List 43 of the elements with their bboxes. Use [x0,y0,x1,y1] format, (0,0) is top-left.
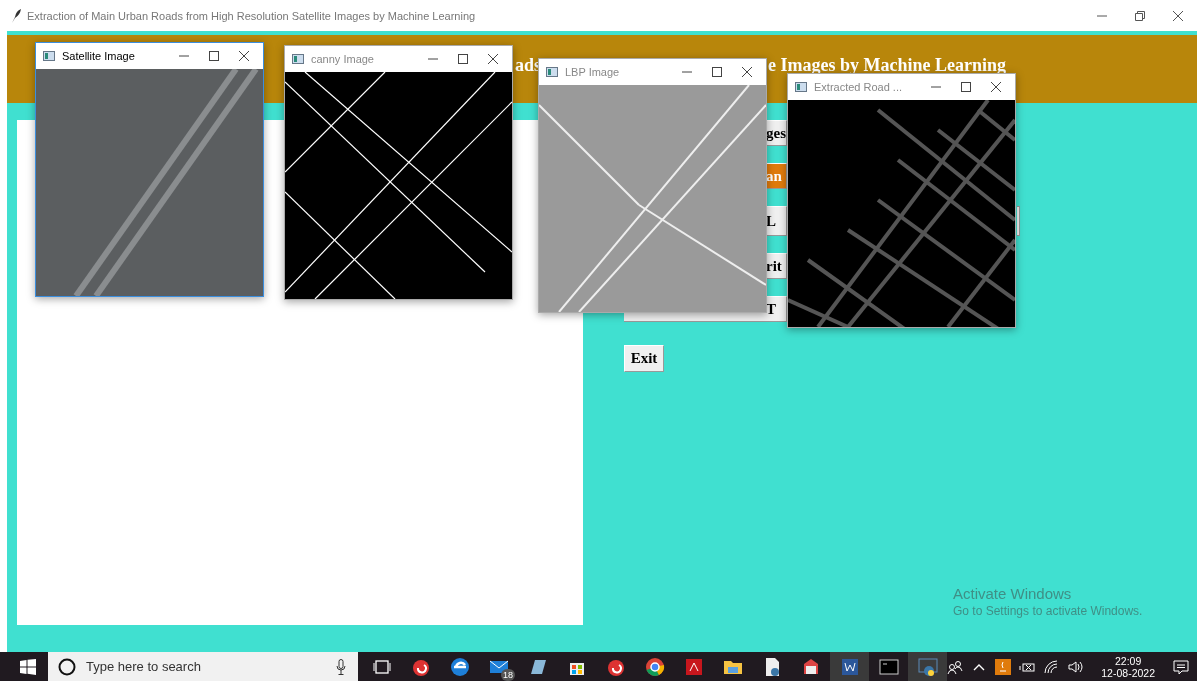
restore-icon[interactable] [1135,10,1145,21]
window-title: Satellite Image [62,50,135,62]
close-icon[interactable] [991,82,1001,92]
clock-time[interactable]: 22:09 [1101,654,1155,667]
header-title-fragment: e Images by Machine Learning [768,55,1006,76]
window-icon [795,82,807,92]
close-icon[interactable] [488,54,498,64]
window-icon [546,67,558,77]
maximize-icon[interactable] [712,67,722,77]
chrome-icon [643,655,666,678]
activation-title: Activate Windows [953,585,1073,602]
action-button[interactable]: rit [766,253,787,279]
window-title: canny Image [311,53,374,65]
activation-message: Go to Settings to activate Windows. [953,604,1143,618]
close-icon[interactable] [742,67,752,77]
windows-logo-icon[interactable] [20,658,36,675]
maximize-icon[interactable] [209,51,219,61]
notification-icon[interactable] [1173,658,1189,675]
action-button[interactable]: L [766,206,787,236]
volume-icon[interactable] [1067,658,1084,675]
search-field[interactable]: Type here to search [84,658,336,675]
close-icon[interactable] [239,51,249,61]
taskbar-app-button[interactable] [830,652,869,681]
window-title: LBP Image [565,66,620,78]
people-icon[interactable] [947,658,964,675]
window-title: Extraction of Main Urban Roads from High Resolution Satellite Images by Machine Learning [27,9,476,22]
taskbar-app-button[interactable] [908,652,947,681]
maximize-icon[interactable] [458,54,468,64]
close-icon[interactable] [1173,10,1183,21]
microphone-icon[interactable] [336,658,346,675]
exit-button[interactable]: Exit [624,345,664,372]
maximize-icon[interactable] [961,82,971,92]
browser-icon [448,655,471,678]
taskbar-app-button[interactable]: 18 [479,652,518,681]
clock-date[interactable]: 12-08-2022 [1101,666,1155,679]
window-icon [292,54,304,64]
wifi-icon[interactable] [1043,658,1060,675]
window-title: Extracted Road ... [814,81,903,93]
circle-icon [58,657,76,676]
window-icon [43,51,55,61]
count-badge: 18 [501,669,515,681]
action-button[interactable]: ges [766,120,787,146]
search-box[interactable]: Type here to search [48,652,358,681]
